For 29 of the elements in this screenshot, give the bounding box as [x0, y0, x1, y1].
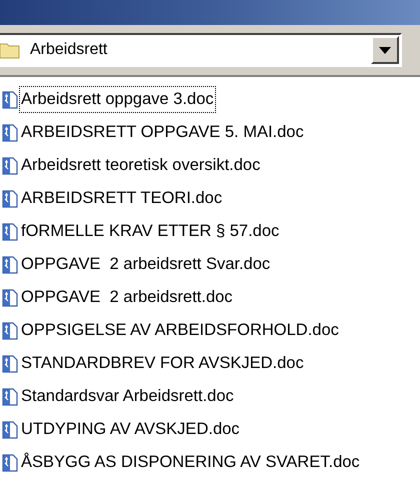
caret-icon: [379, 46, 391, 54]
file-item[interactable]: Standardsvar Arbeidsrett.doc: [0, 380, 420, 413]
file-name: ARBEIDSRETT TEORI.doc: [20, 188, 224, 210]
file-item[interactable]: Arbeidsrett teoretisk oversikt.doc: [0, 149, 420, 182]
file-name: Arbeidsrett oppgave 3.doc: [20, 87, 215, 112]
file-item[interactable]: OPPSIGELSE AV ARBEIDSFORHOLD.doc: [0, 314, 420, 347]
file-item[interactable]: STANDARDBREV FOR AVSKJED.doc: [0, 347, 420, 380]
file-name: OPPGAVE 2 arbeidsrett Svar.doc: [20, 254, 272, 276]
file-name: ARBEIDSRETT OPPGAVE 5. MAI.doc: [20, 122, 305, 144]
file-item[interactable]: UTDYPING AV AVSKJED.doc: [0, 413, 420, 446]
file-item[interactable]: ÅSBYGG AS DISPONERING AV SVARET.doc: [0, 446, 420, 479]
file-item[interactable]: OPPGAVE 2 arbeidsrett.doc: [0, 281, 420, 314]
file-name: ÅSBYGG AS DISPONERING AV SVARET.doc: [20, 452, 361, 474]
file-item[interactable]: ARBEIDSRETT TEORI.doc: [0, 182, 420, 215]
file-name: UTDYPING AV AVSKJED.doc: [20, 419, 241, 440]
address-value: Arbeidsrett: [30, 40, 108, 60]
file-name: Standardsvar Arbeidsrett.doc: [20, 386, 235, 408]
file-item[interactable]: fORMELLE KRAV ETTER § 57.doc: [0, 215, 420, 248]
file-name: STANDARDBREV FOR AVSKJED.doc: [20, 353, 305, 374]
dropdown-button[interactable]: [371, 36, 399, 64]
address-field[interactable]: Arbeidsrett: [0, 33, 402, 67]
file-name: OPPGAVE 2 arbeidsrett.doc: [20, 287, 234, 308]
file-name: Arbeidsrett teoretisk oversikt.doc: [20, 155, 262, 176]
file-item[interactable]: OPPGAVE 2 arbeidsrett Svar.doc: [0, 248, 420, 281]
file-item[interactable]: ARBEIDSRETT OPPGAVE 5. MAI.doc: [0, 116, 420, 149]
folder-icon: [0, 41, 20, 59]
file-item[interactable]: Arbeidsrett oppgave 3.doc: [0, 83, 420, 116]
file-name: OPPSIGELSE AV ARBEIDSFORHOLD.doc: [20, 320, 340, 342]
file-name: fORMELLE KRAV ETTER § 57.doc: [20, 221, 280, 242]
